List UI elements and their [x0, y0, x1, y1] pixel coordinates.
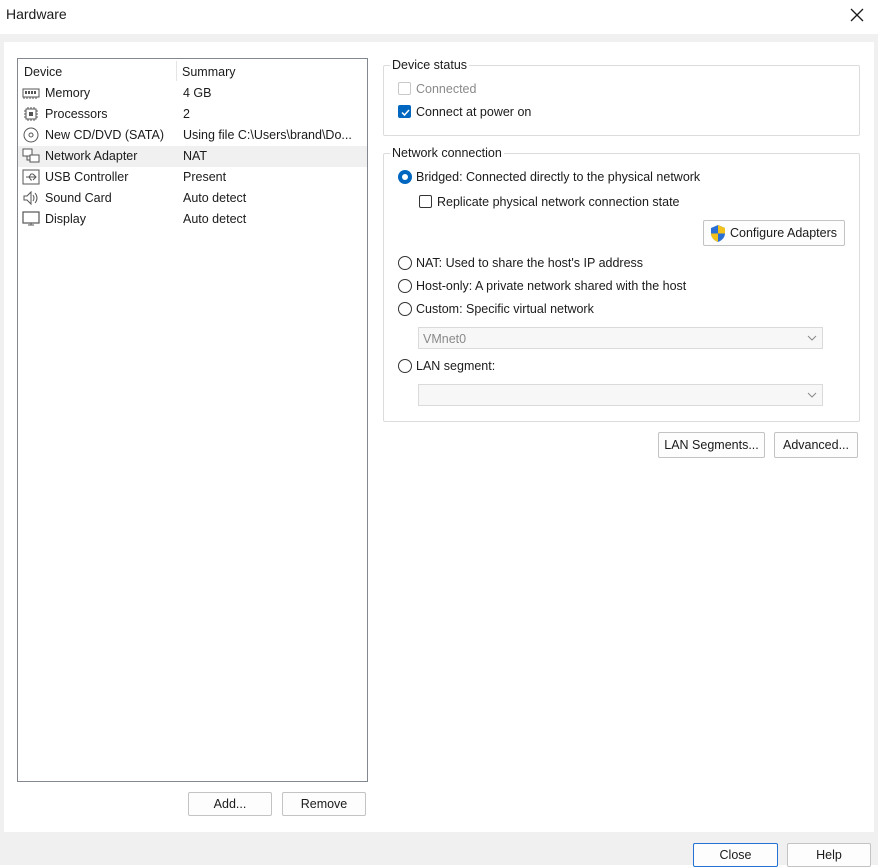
device-row-sound-card[interactable]: Sound Card Auto detect	[18, 188, 367, 209]
device-name: New CD/DVD (SATA)	[45, 128, 164, 142]
chevron-down-icon	[807, 392, 817, 398]
help-button[interactable]: Help	[787, 843, 871, 867]
connected-checkbox[interactable]	[398, 82, 411, 95]
connect-at-power-on-label: Connect at power on	[416, 105, 532, 119]
network-connection-title: Network connection	[390, 146, 504, 160]
custom-network-value: VMnet0	[423, 332, 467, 346]
device-status-group	[383, 65, 860, 136]
nat-label: NAT: Used to share the host's IP address	[416, 256, 644, 270]
cd-dvd-icon	[23, 127, 39, 143]
device-summary: Present	[183, 170, 227, 184]
checkmark-icon	[401, 109, 410, 117]
device-summary: 4 GB	[183, 86, 212, 100]
remove-device-button[interactable]: Remove	[282, 792, 366, 816]
add-device-button[interactable]: Add...	[188, 792, 272, 816]
lan-segment-label: LAN segment:	[416, 359, 496, 373]
custom-network-select[interactable]: VMnet0	[418, 327, 823, 349]
device-summary: Auto detect	[183, 212, 247, 226]
custom-radio[interactable]	[398, 302, 412, 316]
device-row-display[interactable]: Display Auto detect	[18, 209, 367, 230]
device-list[interactable]: Device Summary Memory 4 GB Processors 2 …	[17, 58, 368, 782]
replicate-state-checkbox[interactable]	[419, 195, 432, 208]
nat-radio[interactable]	[398, 256, 412, 270]
monitor-icon	[22, 211, 40, 226]
device-status-title: Device status	[390, 58, 470, 72]
column-separator[interactable]	[176, 61, 177, 81]
device-name: Display	[45, 212, 86, 226]
close-icon	[850, 8, 864, 22]
column-header-device[interactable]: Device	[24, 65, 62, 79]
device-summary: Auto detect	[183, 191, 247, 205]
lan-segments-button[interactable]: LAN Segments...	[658, 432, 765, 458]
device-name: USB Controller	[45, 170, 129, 184]
advanced-button[interactable]: Advanced...	[774, 432, 858, 458]
configure-adapters-button[interactable]: Configure Adapters	[703, 220, 845, 246]
usb-icon	[22, 169, 40, 185]
device-row-network-adapter[interactable]: Network Adapter NAT	[18, 146, 367, 167]
lan-segment-radio[interactable]	[398, 359, 412, 373]
device-name: Sound Card	[45, 191, 112, 205]
device-list-header: Device Summary	[18, 59, 367, 83]
custom-label: Custom: Specific virtual network	[416, 302, 594, 316]
chevron-down-icon	[807, 335, 817, 341]
device-row-cd-dvd[interactable]: New CD/DVD (SATA) Using file C:\Users\br…	[18, 125, 367, 146]
connected-label: Connected	[416, 82, 477, 96]
close-button[interactable]: Close	[693, 843, 778, 867]
host-only-radio[interactable]	[398, 279, 412, 293]
connect-at-power-on-checkbox[interactable]	[398, 105, 411, 118]
device-row-processors[interactable]: Processors 2	[18, 104, 367, 125]
processor-icon	[24, 107, 38, 121]
network-adapter-icon	[22, 148, 40, 163]
configure-adapters-label: Configure Adapters	[730, 226, 838, 240]
speaker-icon	[23, 190, 38, 206]
title-bar: Hardware	[0, 0, 878, 34]
lan-segment-select[interactable]	[418, 384, 823, 406]
device-summary: Using file C:\Users\brand\Do...	[183, 128, 352, 142]
device-row-memory[interactable]: Memory 4 GB	[18, 83, 367, 104]
device-summary: 2	[183, 107, 190, 121]
device-name: Network Adapter	[45, 149, 138, 163]
bridged-label: Bridged: Connected directly to the physi…	[416, 170, 701, 184]
window-title: Hardware	[6, 6, 67, 22]
replicate-state-label: Replicate physical network connection st…	[437, 195, 680, 209]
device-summary: NAT	[183, 149, 208, 163]
close-window-button[interactable]	[844, 4, 870, 28]
column-header-summary[interactable]: Summary	[182, 65, 235, 79]
device-name: Processors	[45, 107, 108, 121]
uac-shield-icon	[711, 225, 725, 242]
device-row-usb-controller[interactable]: USB Controller Present	[18, 167, 367, 188]
bridged-radio[interactable]	[398, 170, 412, 184]
device-name: Memory	[45, 86, 91, 100]
host-only-label: Host-only: A private network shared with…	[416, 279, 687, 293]
memory-icon	[22, 88, 40, 99]
